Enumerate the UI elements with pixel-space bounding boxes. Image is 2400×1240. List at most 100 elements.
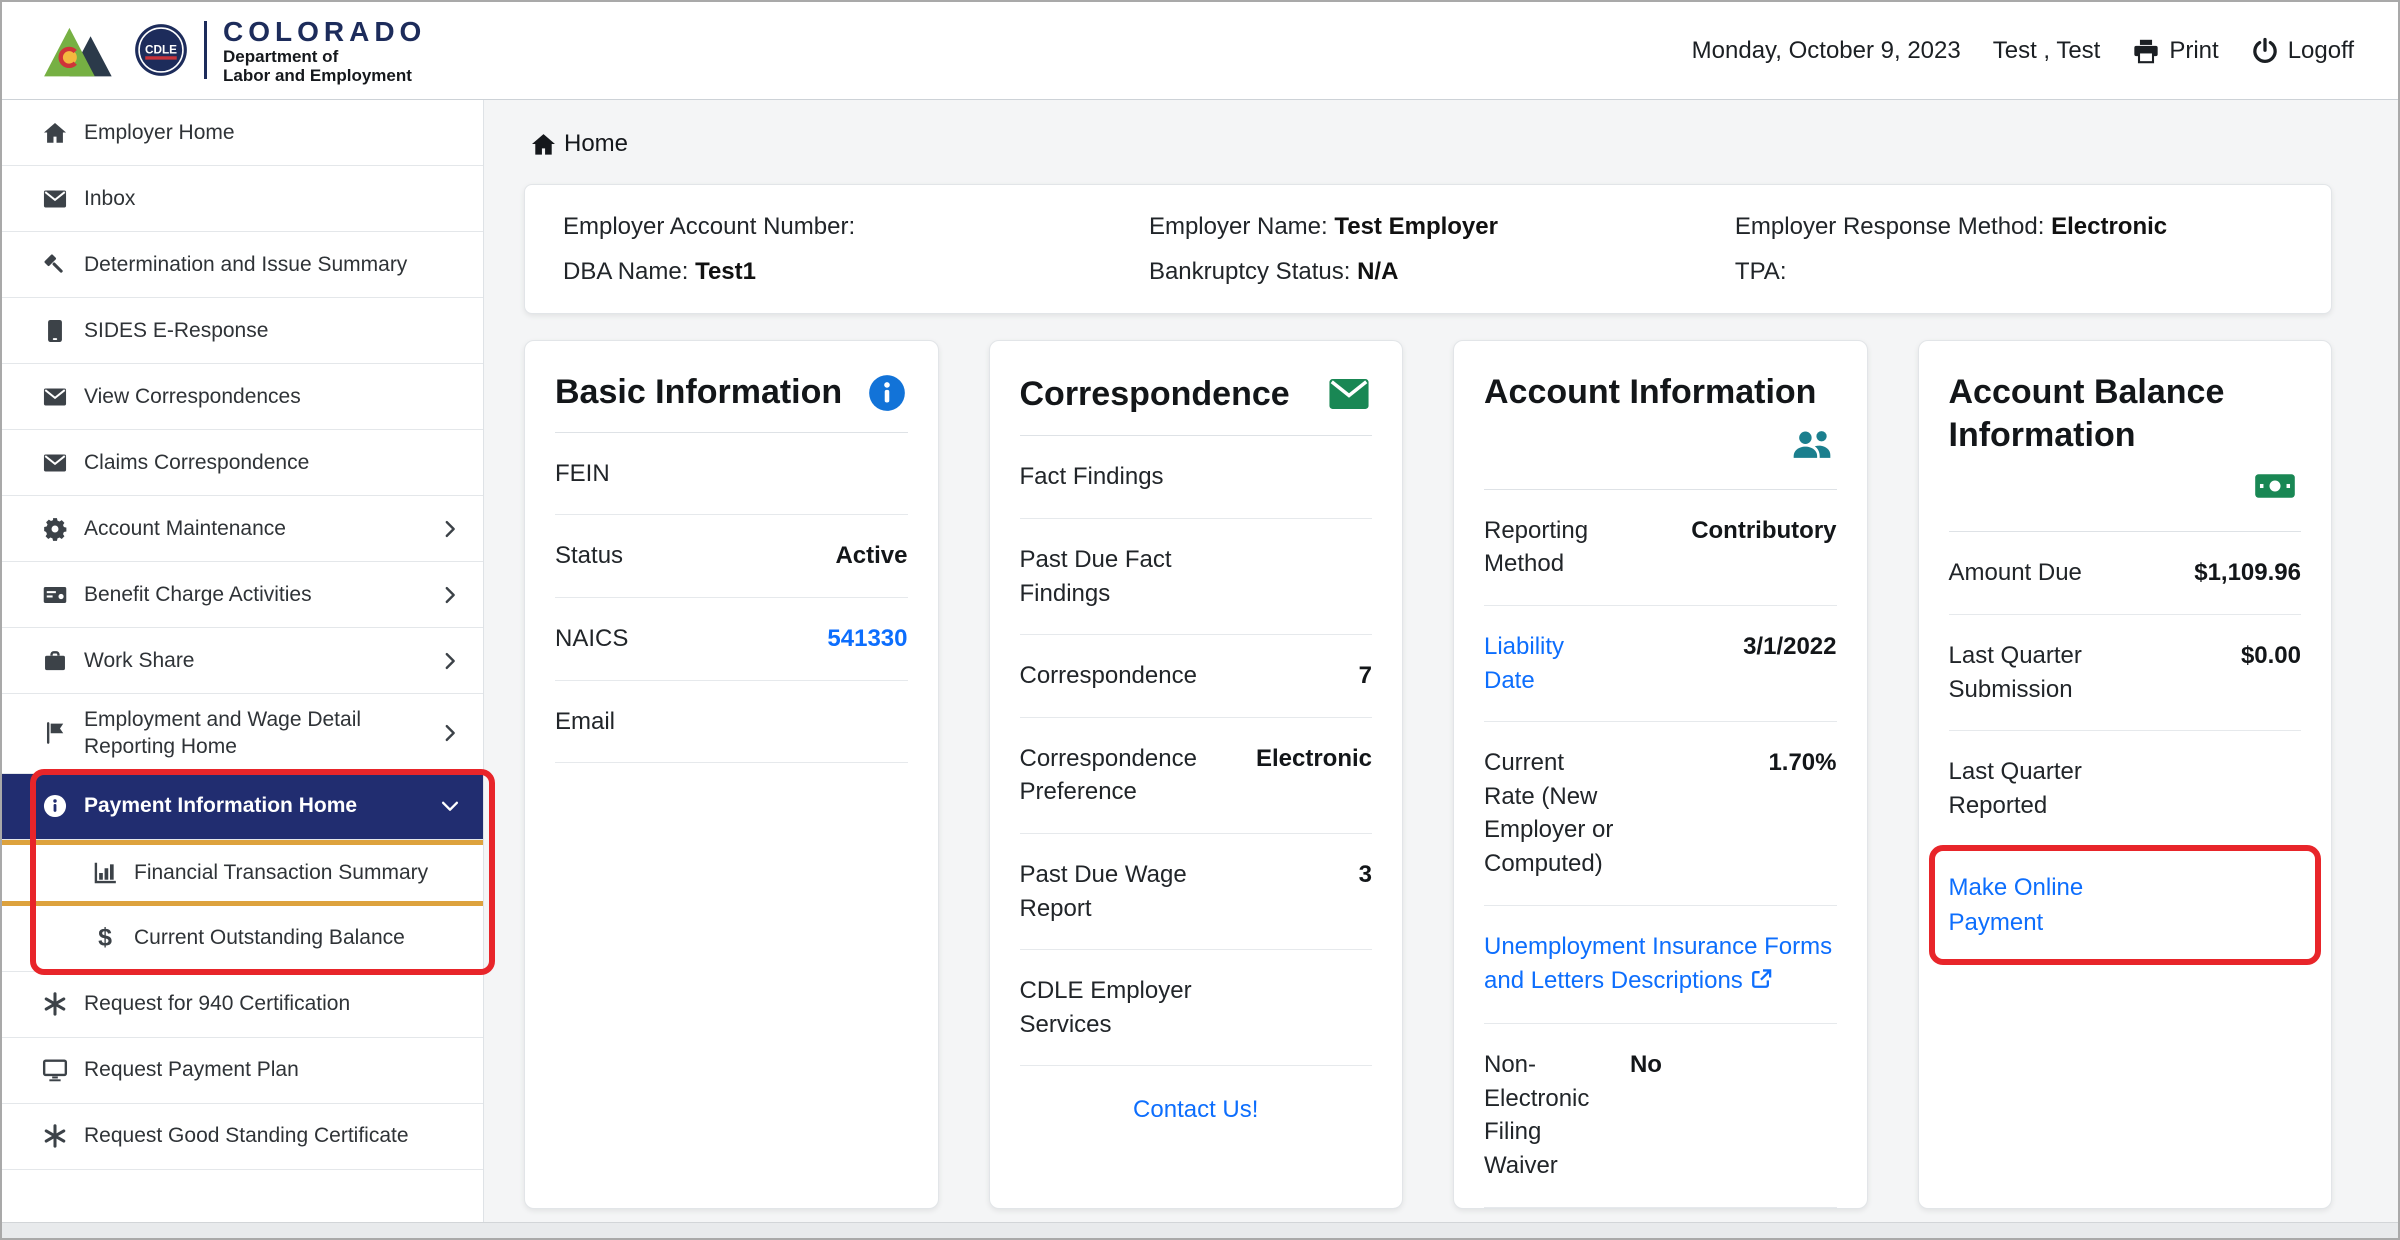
sidebar-item-current-outstanding-balance[interactable]: Current Outstanding Balance	[2, 906, 483, 972]
sidebar-item-label: SIDES E-Response	[84, 317, 461, 344]
sidebar-item-employment-wage-detail-reporting-home[interactable]: Employment and Wage Detail Reporting Hom…	[2, 694, 483, 774]
make-online-payment-link[interactable]: Make Online Payment	[1949, 871, 2129, 941]
row-label: Correspondence Preference	[1020, 742, 1239, 809]
sidebar-item-benefit-charge-activities[interactable]: Benefit Charge Activities	[2, 562, 483, 628]
dashboard-cards: Basic Information FEIN Status Active NAI…	[524, 340, 2332, 1208]
fein-row: FEIN	[555, 433, 908, 516]
sidebar-item-account-maintenance[interactable]: Account Maintenance	[2, 496, 483, 562]
tablet-icon	[42, 318, 68, 344]
sidebar-item-request-payment-plan[interactable]: Request Payment Plan	[2, 1038, 483, 1104]
top-header-bar: CDLE COLORADO Department of Labor and Em…	[2, 2, 2398, 100]
envelope-icon	[1326, 371, 1372, 417]
envelope-icon	[42, 450, 68, 476]
current-date: Monday, October 9, 2023	[1692, 37, 1961, 65]
print-button[interactable]: Print	[2132, 37, 2218, 65]
card-title: Account Information	[1484, 371, 1837, 414]
sidebar-item-label: Account Maintenance	[84, 515, 423, 542]
liability-date-link[interactable]: Liability Date	[1484, 633, 1564, 694]
correspondence-preference-row: Correspondence Preference Electronic	[1020, 718, 1373, 834]
row-value: 1.70%	[1768, 746, 1836, 880]
row-value: Active	[835, 539, 907, 573]
row-value: $0.00	[2241, 639, 2301, 706]
sidebar-item-determination-issue-summary[interactable]: Determination and Issue Summary	[2, 232, 483, 298]
brand-text: COLORADO Department of Labor and Employm…	[223, 16, 426, 85]
money-check-icon	[42, 582, 68, 608]
make-online-payment-row: Make Online Payment	[1949, 855, 2302, 957]
field-value: Test1	[695, 258, 756, 285]
sidebar-item-request-good-standing-certificate[interactable]: Request Good Standing Certificate	[2, 1104, 483, 1170]
sidebar-item-label: Employment and Wage Detail Reporting Hom…	[84, 706, 423, 761]
brand-dept-line2: Labor and Employment	[223, 66, 426, 85]
sidebar-item-label: Request Payment Plan	[84, 1056, 461, 1083]
row-label: Liability Date	[1484, 630, 1618, 697]
dollar-icon	[92, 925, 118, 951]
sidebar-item-sides-e-response[interactable]: SIDES E-Response	[2, 298, 483, 364]
row-label: Correspondence	[1020, 659, 1239, 693]
print-label: Print	[2169, 37, 2218, 65]
row-value: 3/1/2022	[1743, 630, 1836, 697]
employer-summary-column: Employer Response Method: Electronic TPA…	[1735, 211, 2293, 287]
certificate-icon	[42, 991, 68, 1017]
non-electronic-filing-waiver-row: Non-Electronic Filing Waiver No	[1484, 1024, 1837, 1207]
fact-findings-row: Fact Findings	[1020, 436, 1373, 519]
sidebar-item-view-correspondences[interactable]: View Correspondences	[2, 364, 483, 430]
sidebar-item-employer-home[interactable]: Employer Home	[2, 100, 483, 166]
colorado-mountains-logo	[42, 21, 118, 79]
field-label: DBA Name:	[563, 258, 688, 285]
last-quarter-submission-row: Last Quarter Submission $0.00	[1949, 615, 2302, 731]
row-label: Past Due Fact Findings	[1020, 543, 1239, 610]
status-row: Status Active	[555, 515, 908, 598]
row-value: 7	[1359, 659, 1372, 693]
field-label: Bankruptcy Status:	[1149, 258, 1350, 285]
card-title: Basic Information	[555, 371, 842, 414]
ui-forms-descriptions-link[interactable]: Unemployment Insurance Forms and Letters…	[1484, 933, 1832, 995]
row-label: NAICS	[555, 622, 628, 656]
sidebar-item-work-share[interactable]: Work Share	[2, 628, 483, 694]
topbar-actions: Monday, October 9, 2023 Test , Test Prin…	[1692, 37, 2354, 65]
card-header: Account Balance Information	[1949, 341, 2302, 532]
application-window: CDLE COLORADO Department of Labor and Em…	[0, 0, 2400, 1240]
breadcrumb-home-link[interactable]: Home	[564, 130, 628, 158]
card-icon-row	[1949, 464, 2302, 513]
sidebar-item-claims-correspondence[interactable]: Claims Correspondence	[2, 430, 483, 496]
email-row: Email	[555, 681, 908, 764]
sidebar-item-inbox[interactable]: Inbox	[2, 166, 483, 232]
sidebar-item-financial-transaction-summary[interactable]: Financial Transaction Summary	[2, 840, 483, 906]
svg-text:CDLE: CDLE	[145, 43, 177, 57]
amount-due-row: Amount Due $1,109.96	[1949, 532, 2302, 615]
sidebar-item-payment-information-home[interactable]: Payment Information Home	[2, 774, 483, 840]
tpa-field: TPA:	[1735, 256, 2293, 287]
sidebar-item-label: Work Share	[84, 647, 423, 674]
cdle-employer-services-row: CDLE Employer Services	[1020, 950, 1373, 1066]
employer-summary-column: Employer Name: Test Employer Bankruptcy …	[1149, 211, 1735, 287]
row-value: $1,109.96	[2194, 556, 2301, 590]
main-content: Home Employer Account Number: DBA Name: …	[484, 100, 2398, 1238]
account-balance-card: Account Balance Information Amount Due $…	[1918, 340, 2333, 1208]
row-label: Last Quarter Reported	[1949, 755, 2143, 822]
cdle-brand: CDLE COLORADO Department of Labor and Em…	[42, 16, 426, 85]
naics-code-link[interactable]: 541330	[827, 622, 907, 656]
employer-name-field: Employer Name: Test Employer	[1149, 211, 1735, 242]
row-value: 3	[1359, 858, 1372, 925]
row-label: Email	[555, 705, 615, 739]
brand-title: COLORADO	[223, 16, 426, 47]
chevron-down-icon	[439, 795, 461, 817]
gavel-icon	[42, 252, 68, 278]
logoff-label: Logoff	[2288, 37, 2354, 65]
row-label: Past Due Wage Report	[1020, 858, 1239, 925]
sidebar-item-request-940-certification[interactable]: Request for 940 Certification	[2, 972, 483, 1038]
window-scrollbar[interactable]	[2, 1222, 2398, 1238]
logoff-button[interactable]: Logoff	[2251, 37, 2354, 65]
row-label: Amount Due	[1949, 556, 2143, 590]
field-label: Employer Account Number:	[563, 213, 855, 240]
contact-us-link[interactable]: Contact Us!	[1133, 1096, 1258, 1123]
sidebar-item-label: Inbox	[84, 185, 461, 212]
sidebar-item-label: Claims Correspondence	[84, 449, 461, 476]
desktop-icon	[42, 1057, 68, 1083]
chevron-right-icon	[439, 584, 461, 606]
external-link-icon	[1750, 967, 1773, 990]
sidebar-item-label: Benefit Charge Activities	[84, 581, 423, 608]
row-label: Current Rate (New Employer or Computed)	[1484, 746, 1618, 880]
card-header: Correspondence	[1020, 341, 1373, 436]
print-icon	[2132, 37, 2160, 65]
